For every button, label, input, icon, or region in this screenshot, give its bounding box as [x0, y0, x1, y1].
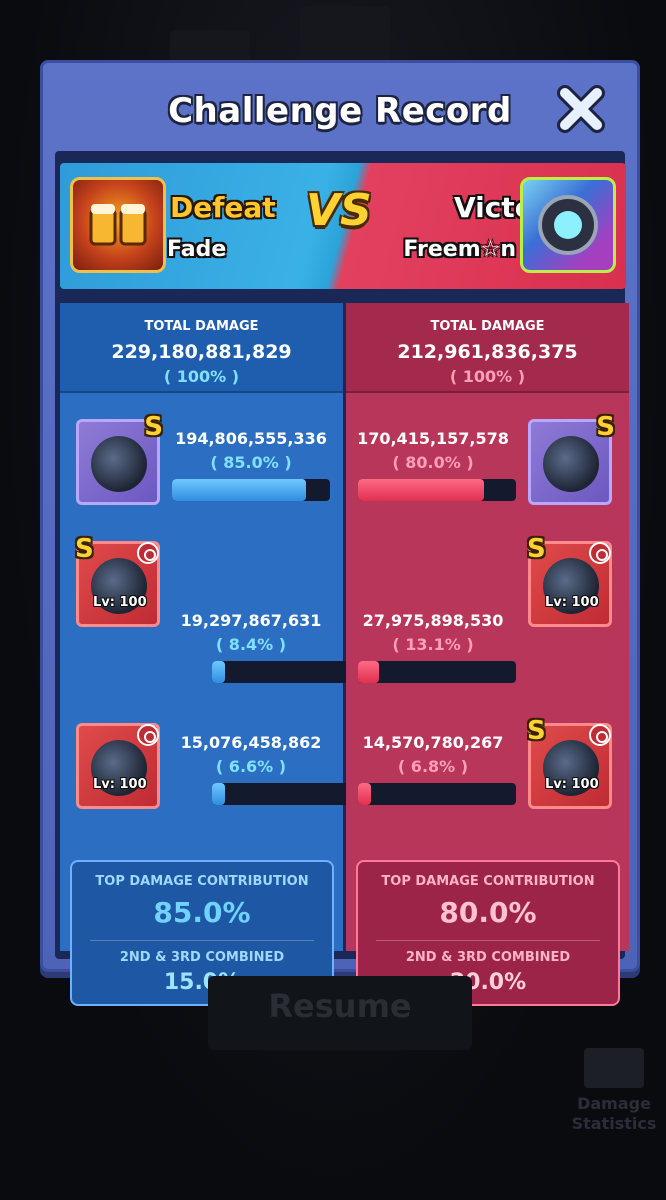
beer-mugs-icon — [89, 204, 147, 246]
close-x-icon — [557, 85, 605, 133]
unit-rank-badge: S — [144, 412, 163, 442]
damage-bar-fill — [212, 661, 226, 683]
player-avatar-left[interactable] — [70, 177, 166, 273]
unit-level: Lv: 100 — [545, 777, 599, 792]
damage-bar-fill — [358, 479, 485, 501]
unit-card[interactable]: S — [76, 412, 163, 505]
damage-bar-fill — [172, 479, 307, 501]
damage-bar — [172, 479, 330, 501]
target-icon — [137, 542, 159, 564]
team-panel-right: TOTAL DAMAGE 212,961,836,375 ( 100% ) 17… — [346, 303, 629, 1006]
damage-bar — [358, 783, 516, 805]
unit-damage-value: 194,806,555,336 — [175, 429, 327, 448]
unit-portrait — [91, 436, 147, 492]
damage-bar-fill — [358, 661, 379, 683]
resume-button[interactable]: Resume — [208, 976, 472, 1050]
total-damage-header: TOTAL DAMAGE 229,180,881,829 ( 100% ) — [60, 303, 343, 393]
unit-damage-percent: ( 6.6% ) — [215, 757, 287, 776]
total-damage-label: TOTAL DAMAGE — [144, 319, 259, 334]
unit-damage-value: 19,297,867,631 — [180, 611, 322, 630]
total-damage-percent: ( 100% ) — [449, 367, 526, 386]
robot-avatar-icon — [538, 195, 598, 255]
left-player-name: Fade — [167, 237, 227, 262]
top-contribution-label: TOP DAMAGE CONTRIBUTION — [95, 874, 309, 889]
target-icon — [137, 724, 159, 746]
total-damage-value: 212,961,836,375 — [397, 341, 578, 363]
top-contribution-label: TOP DAMAGE CONTRIBUTION — [381, 874, 595, 889]
damage-statistics-label-1: Damage — [577, 1094, 651, 1113]
unit-damage-value: 14,570,780,267 — [362, 733, 504, 752]
unit-level: Lv: 100 — [93, 777, 147, 792]
modal-title: Challenge Record — [168, 91, 512, 131]
statistics-chart-icon — [584, 1048, 644, 1088]
combined-label: 2ND & 3RD COMBINED — [405, 950, 571, 965]
target-icon — [589, 542, 611, 564]
target-icon — [589, 724, 611, 746]
unit-rank-badge: S — [527, 716, 546, 746]
matchup-banner: Defeat Fade VS Victory Freem☆n — [60, 163, 626, 289]
background-building — [300, 6, 390, 66]
unit-damage-percent: ( 80.0% ) — [392, 453, 474, 472]
unit-rank-badge: S — [75, 534, 94, 564]
unit-damage-value: 15,076,458,862 — [180, 733, 322, 752]
total-damage-value: 229,180,881,829 — [111, 341, 292, 363]
unit-card[interactable]: S — [528, 412, 615, 505]
unit-rank-badge: S — [596, 412, 615, 442]
left-result: Defeat — [170, 191, 276, 224]
combined-label: 2ND & 3RD COMBINED — [119, 950, 285, 965]
unit-rank-badge: S — [527, 534, 546, 564]
damage-bar-fill — [212, 783, 225, 805]
total-damage-percent: ( 100% ) — [163, 367, 240, 386]
unit-card[interactable]: S Lv: 100 — [527, 716, 612, 809]
top-contribution-value: 85.0% — [153, 896, 251, 929]
summary-divider — [376, 940, 600, 941]
unit-card[interactable]: S Lv: 100 — [527, 534, 612, 627]
unit-damage-percent: ( 85.0% ) — [210, 453, 292, 472]
damage-statistics-label-2: Statistics — [571, 1114, 657, 1133]
damage-bar — [358, 661, 516, 683]
close-button[interactable] — [555, 83, 607, 135]
unit-card[interactable]: Lv: 100 — [76, 723, 160, 809]
unit-card[interactable]: S Lv: 100 — [75, 534, 160, 627]
total-damage-header: TOTAL DAMAGE 212,961,836,375 ( 100% ) — [346, 303, 629, 393]
unit-level: Lv: 100 — [545, 595, 599, 610]
unit-damage-percent: ( 6.8% ) — [397, 757, 469, 776]
right-player-name: Freem☆n — [403, 237, 516, 262]
summary-divider — [90, 940, 314, 941]
damage-bar — [358, 479, 516, 501]
top-contribution-value: 80.0% — [439, 896, 537, 929]
total-damage-label: TOTAL DAMAGE — [430, 319, 545, 334]
damage-bar-fill — [358, 783, 371, 805]
unit-damage-percent: ( 8.4% ) — [215, 635, 287, 654]
unit-portrait — [543, 436, 599, 492]
vs-label: VS — [306, 185, 372, 236]
unit-damage-percent: ( 13.1% ) — [392, 635, 474, 654]
unit-damage-value: 170,415,157,578 — [357, 429, 509, 448]
player-avatar-right[interactable] — [520, 177, 616, 273]
unit-level: Lv: 100 — [93, 595, 147, 610]
challenge-record-modal: Challenge Record Defeat Fade VS Victory … — [40, 60, 640, 1006]
team-panel-left: TOTAL DAMAGE 229,180,881,829 ( 100% ) S … — [60, 303, 370, 1006]
damage-statistics-button[interactable]: Damage Statistics — [566, 1048, 662, 1140]
unit-damage-value: 27,975,898,530 — [362, 611, 504, 630]
